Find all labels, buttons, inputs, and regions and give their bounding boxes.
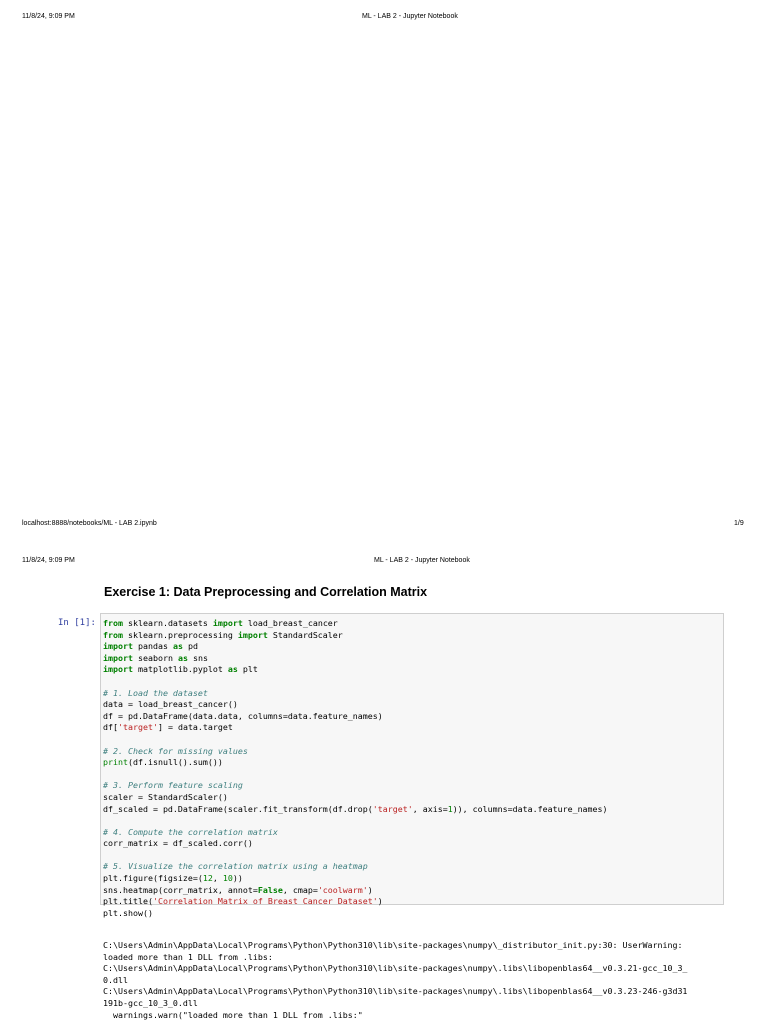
kw: import [103,652,133,663]
code-string: 'target' [118,722,158,733]
code-comment: # 5. Visualize the correlation matrix us… [103,861,368,872]
code-text: , [212,873,223,884]
print-title-header: ML - LAB 2 - Jupyter Notebook [362,13,458,20]
print-date-header-page2: 11/8/24, 9:09 PM [22,557,75,564]
code-comment: # 3. Perform feature scaling [103,780,243,791]
output-line: 0.dll [103,974,128,985]
code-builtin: print [103,757,128,768]
code-text: plt.title( [103,896,153,907]
kw: import [103,641,133,652]
code-text: plt [237,664,258,675]
code-text: load_breast_cancer [242,618,338,628]
output-line: warnings.warn("loaded more than 1 DLL fr… [103,1009,363,1020]
code-number: 12 [202,873,213,884]
output-line: 191b-gcc_10_3_0.dll [103,997,198,1008]
kw: import [237,629,268,640]
code-text: ] = data.target [157,722,233,733]
code-cell-source[interactable]: from sklearn.datasets import load_breast… [103,618,608,919]
code-text: pandas [132,641,173,652]
code-text: StandardScaler [267,629,343,640]
code-text: scaler = StandardScaler() [103,791,228,802]
code-text: ) [377,896,383,907]
code-text: )) [232,873,243,884]
code-text: df_scaled = pd.DataFrame(scaler.fit_tran… [103,803,373,814]
code-comment: # 2. Check for missing values [103,745,248,756]
code-text: sklearn.datasets [122,618,213,628]
print-url-footer: localhost:8888/notebooks/ML - LAB 2.ipyn… [22,520,157,527]
code-string: 'target' [372,803,413,814]
print-page-number: 1/9 [734,520,744,527]
kw: as [227,664,238,675]
code-text: data = load_breast_cancer() [103,699,238,710]
code-text: plt.show() [103,907,153,918]
code-text: , cmap= [282,884,318,895]
code-text: )), columns=data.feature_names) [452,803,608,814]
code-text: (df.isnull().sum()) [127,757,223,768]
output-line: C:\Users\Admin\AppData\Local\Programs\Py… [103,986,688,997]
code-text: seaborn [132,652,178,663]
kw: import [103,664,133,675]
code-comment: # 1. Load the dataset [103,687,208,698]
kw: import [212,618,243,628]
code-text: df[ [103,722,118,733]
code-text: sns.heatmap(corr_matrix, annot= [103,884,258,895]
kw: False [257,884,283,895]
kw: from [103,629,123,640]
output-line: C:\Users\Admin\AppData\Local\Programs\Py… [103,963,688,974]
code-text: matplotlib.pyplot [132,664,228,675]
section-title: Exercise 1: Data Preprocessing and Corre… [104,585,428,599]
kw: as [172,641,183,652]
code-text: corr_matrix = df_scaled.corr() [103,838,253,849]
code-string: 'coolwarm' [317,884,368,895]
code-string: 'Correlation Matrix of Breast Cancer Dat… [152,896,378,907]
cell-output: C:\Users\Admin\AppData\Local\Programs\Py… [103,940,687,1021]
code-text: plt.figure(figsize=( [103,873,203,884]
code-text: sklearn.preprocessing [122,629,238,640]
code-text: df = pd.DataFrame(data.data, columns=dat… [103,710,383,721]
code-text: ) [367,884,373,895]
code-comment: # 4. Compute the correlation matrix [103,826,278,837]
output-line: C:\Users\Admin\AppData\Local\Programs\Py… [103,940,683,950]
cell-prompt: In [1]: [58,618,96,628]
code-text: pd [182,641,198,652]
print-date-header: 11/8/24, 9:09 PM [22,13,75,20]
code-text: sns [187,652,208,663]
output-line: loaded more than 1 DLL from .libs: [103,951,273,962]
kw: from [103,618,123,628]
code-number: 10 [222,873,233,884]
print-title-header-page2: ML - LAB 2 - Jupyter Notebook [374,557,470,564]
kw: as [177,652,188,663]
code-text: , axis= [412,803,448,814]
